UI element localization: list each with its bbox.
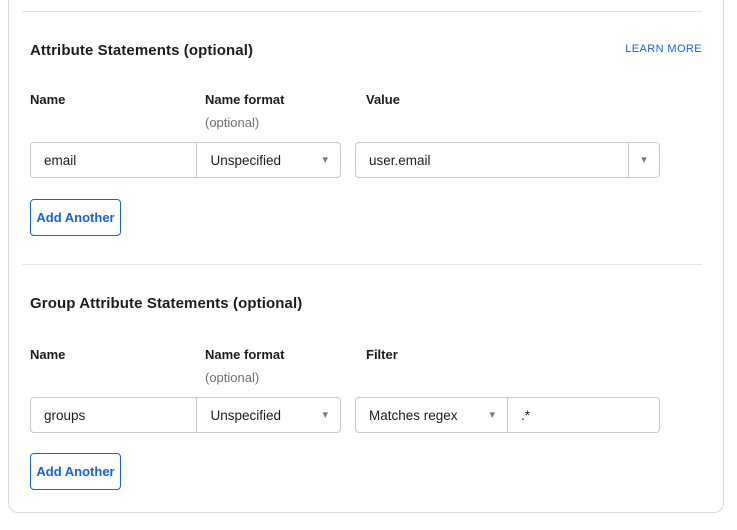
saml-settings-page: Attribute Statements (optional) LEARN MO… xyxy=(0,0,737,530)
add-another-group-attribute-button[interactable]: Add Another xyxy=(30,453,121,490)
form-card xyxy=(8,0,724,513)
chevron-down-icon: ▾ xyxy=(641,155,647,166)
group-filter-type-selected-value: Matches regex xyxy=(356,408,489,423)
attribute-name-cell xyxy=(31,143,196,177)
group-filter-combo: Matches regex ▾ xyxy=(355,397,660,433)
attribute-name-input[interactable] xyxy=(31,143,196,177)
attribute-value-dropdown-button[interactable]: ▾ xyxy=(628,143,659,177)
add-another-attribute-button[interactable]: Add Another xyxy=(30,199,121,236)
filter-column-header: Filter xyxy=(366,347,398,362)
group-name-format-optional-label: (optional) xyxy=(205,370,259,385)
attribute-value-input[interactable] xyxy=(356,143,628,177)
group-filter-value-input[interactable] xyxy=(508,398,659,432)
attribute-name-format-select[interactable]: Unspecified ▾ xyxy=(196,143,340,177)
name-format-column-header: Name format xyxy=(205,92,284,107)
attribute-value-cell xyxy=(356,143,628,177)
learn-more-link[interactable]: LEARN MORE xyxy=(625,43,702,55)
chevron-down-icon: ▾ xyxy=(322,155,340,166)
section-divider xyxy=(22,264,702,265)
group-name-input[interactable] xyxy=(31,398,196,432)
group-name-format-selected-value: Unspecified xyxy=(197,408,322,423)
group-name-column-header: Name xyxy=(30,347,65,362)
chevron-down-icon: ▾ xyxy=(489,410,507,421)
section-divider xyxy=(22,11,702,12)
group-filter-value-cell xyxy=(507,398,659,432)
group-attribute-statements-heading: Group Attribute Statements (optional) xyxy=(30,295,302,312)
attribute-name-format-selected-value: Unspecified xyxy=(197,153,322,168)
group-name-format-select[interactable]: Unspecified ▾ xyxy=(196,398,340,432)
group-name-format-column-header: Name format xyxy=(205,347,284,362)
group-row-name-group: Unspecified ▾ xyxy=(30,397,341,433)
name-format-optional-label: (optional) xyxy=(205,115,259,130)
group-filter-type-select[interactable]: Matches regex ▾ xyxy=(356,398,507,432)
group-name-cell xyxy=(31,398,196,432)
attribute-value-combo: ▾ xyxy=(355,142,660,178)
name-column-header: Name xyxy=(30,92,65,107)
value-column-header: Value xyxy=(366,92,400,107)
attribute-row-name-group: Unspecified ▾ xyxy=(30,142,341,178)
chevron-down-icon: ▾ xyxy=(322,410,340,421)
attribute-statements-heading: Attribute Statements (optional) xyxy=(30,42,253,59)
